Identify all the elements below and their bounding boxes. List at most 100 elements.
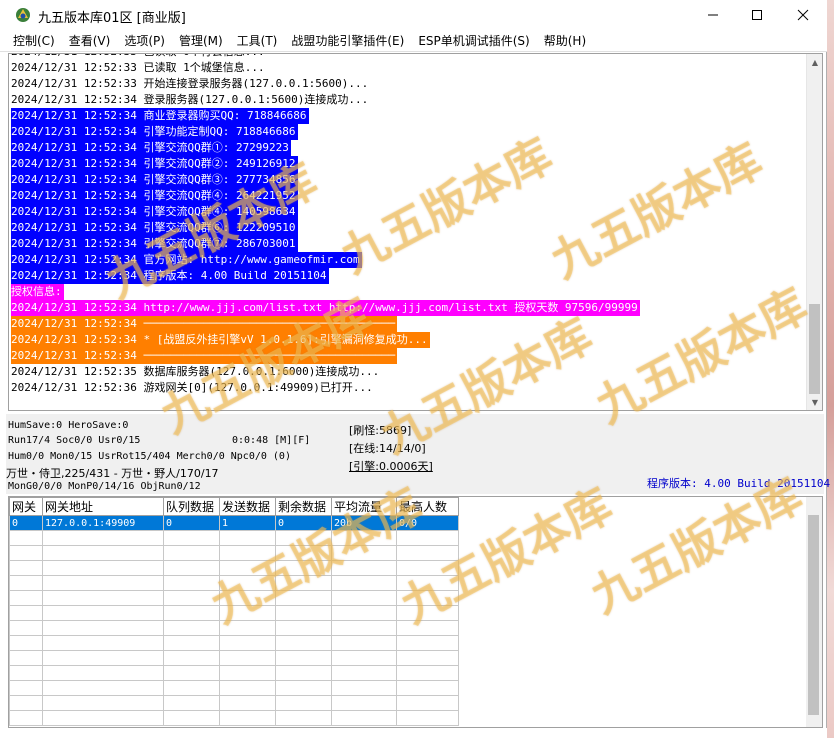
status-monster: 万世・侍卫,225/431 - 万世・野人/170/17	[6, 467, 219, 480]
col-max-users[interactable]: 最高人数	[396, 497, 459, 516]
log-line: 2024/12/31 12:52:34 引擎交流QQ群⑥: 122209510	[11, 220, 809, 236]
table-row-empty[interactable]	[9, 590, 459, 606]
col-send-data[interactable]: 发送数据	[219, 497, 276, 516]
table-cell	[9, 620, 43, 636]
table-cell	[396, 665, 459, 681]
table-cell	[396, 530, 459, 546]
col-remaining-data[interactable]: 剩余数据	[275, 497, 332, 516]
log-line-text: 2024/12/31 12:52:34 引擎交流QQ群③: 277734856	[11, 172, 298, 188]
table-cell	[9, 635, 43, 651]
table-cell: 1	[219, 515, 276, 531]
status-panel: HumSave:0 HeroSave:0 Run17/4 Soc0/0 Usr0…	[6, 414, 830, 494]
table-cell	[42, 635, 164, 651]
scroll-down-icon[interactable]: ▼	[807, 394, 822, 410]
table-cell	[331, 650, 397, 666]
table-cell	[42, 650, 164, 666]
grid-scroll-thumb[interactable]	[808, 515, 819, 715]
col-queue-data[interactable]: 队列数据	[163, 497, 220, 516]
title-bar[interactable]: 九五版本库01区 [商业版]	[0, 0, 827, 30]
table-cell	[275, 590, 332, 606]
table-cell	[275, 695, 332, 711]
table-cell	[163, 620, 220, 636]
table-row-empty[interactable]	[9, 635, 459, 651]
log-scrollbar[interactable]: ▲ ▼	[806, 54, 822, 410]
table-row[interactable]: 0 127.0.0.1:49909 0 1 0 20b 0/0	[9, 515, 459, 531]
status-mon: MonG0/0/0 MonP0/14/16 ObjRun0/12	[8, 481, 201, 492]
menu-view[interactable]: 查看(V)	[62, 32, 118, 49]
log-line-text: 2024/12/31 12:52:34 官方网站: http://www.gam…	[11, 252, 362, 268]
menu-control[interactable]: 控制(C)	[6, 32, 62, 49]
col-gateway[interactable]: 网关	[9, 497, 43, 516]
table-cell	[163, 635, 220, 651]
table-row-empty[interactable]	[9, 695, 459, 711]
table-row-empty[interactable]	[9, 665, 459, 681]
table-cell: 0	[163, 515, 220, 531]
table-cell	[331, 665, 397, 681]
log-line: 2024/12/31 12:52:34 登录服务器(127.0.0.1:5600…	[11, 92, 809, 108]
table-cell	[42, 620, 164, 636]
table-row-empty[interactable]	[9, 560, 459, 576]
table-cell	[9, 665, 43, 681]
close-button[interactable]	[780, 0, 826, 30]
status-run: Run17/4 Soc0/0 Usr0/15	[8, 435, 141, 446]
log-line-text: 2024/12/31 12:52:33 已读取 1个城堡信息...	[11, 61, 265, 74]
table-row-empty[interactable]	[9, 545, 459, 561]
menu-tools[interactable]: 工具(T)	[230, 32, 285, 49]
log-line-text: 2024/12/31 12:52:34 引擎交流QQ群①: 27299223	[11, 140, 291, 156]
log-scroll-thumb[interactable]	[809, 304, 820, 394]
table-row-empty[interactable]	[9, 680, 459, 696]
table-cell	[42, 545, 164, 561]
table-cell	[42, 575, 164, 591]
table-row-empty[interactable]	[9, 575, 459, 591]
table-row-empty[interactable]	[9, 620, 459, 636]
minimize-icon	[708, 14, 718, 16]
table-cell	[42, 560, 164, 576]
log-line-text: 2024/12/31 12:52:34 * [战盟反外挂引擎vV 1.0.1.6…	[11, 332, 430, 348]
table-row-empty[interactable]	[9, 605, 459, 621]
table-cell	[396, 545, 459, 561]
table-cell	[396, 620, 459, 636]
table-cell	[9, 545, 43, 561]
menu-manage[interactable]: 管理(M)	[172, 32, 230, 49]
table-cell	[9, 680, 43, 696]
log-line-text: 2024/12/31 12:52:34 引擎交流QQ群④: 140598634	[11, 204, 298, 220]
window-title: 九五版本库01区 [商业版]	[38, 11, 186, 26]
table-row-empty[interactable]	[9, 650, 459, 666]
log-line: 2024/12/31 12:52:34 引擎交流QQ群⑦: 286703001	[11, 236, 809, 252]
table-row-empty[interactable]	[9, 710, 459, 726]
table-cell	[163, 710, 220, 726]
gateway-table-body: 0 127.0.0.1:49909 0 1 0 20b 0/0	[9, 515, 459, 726]
table-cell	[9, 590, 43, 606]
menu-esp-plugin[interactable]: ESP单机调试插件(S)	[411, 32, 536, 49]
table-row-empty[interactable]	[9, 530, 459, 546]
table-cell	[9, 560, 43, 576]
menu-options[interactable]: 选项(P)	[117, 32, 172, 49]
scroll-up-icon[interactable]: ▲	[807, 54, 822, 70]
table-cell	[42, 695, 164, 711]
table-cell	[331, 530, 397, 546]
log-line: 2024/12/31 12:52:34 程序版本: 4.00 Build 201…	[11, 268, 809, 284]
log-line-text: 2024/12/31 12:52:34 程序版本: 4.00 Build 201…	[11, 268, 329, 284]
gateway-grid[interactable]: 网关 网关地址 队列数据 发送数据 剩余数据 平均流量 最高人数 0 127.0…	[8, 496, 823, 728]
status-engine: [引擎:0.0006天]	[349, 460, 433, 473]
app-icon	[16, 8, 30, 22]
grid-scrollbar[interactable]	[806, 497, 822, 727]
log-line: 2024/12/31 12:52:34 引擎交流QQ群④: 264221952	[11, 188, 809, 204]
table-cell	[275, 545, 332, 561]
menu-bar: 控制(C) 查看(V) 选项(P) 管理(M) 工具(T) 战盟功能引擎插件(E…	[0, 30, 827, 52]
log-panel[interactable]: 2024/12/31 12:52:33 已读取 0个行会信息...2024/12…	[8, 53, 823, 411]
maximize-button[interactable]	[734, 0, 780, 30]
log-line: 2024/12/31 12:52:35 数据库服务器(127.0.0.1:600…	[11, 364, 809, 380]
log-line: 2024/12/31 12:52:34 引擎交流QQ群②: 249126912	[11, 156, 809, 172]
table-cell	[396, 560, 459, 576]
minimize-button[interactable]	[690, 0, 736, 30]
table-cell	[42, 605, 164, 621]
menu-help[interactable]: 帮助(H)	[537, 32, 593, 49]
menu-engine-plugin[interactable]: 战盟功能引擎插件(E)	[284, 32, 411, 49]
table-cell	[163, 575, 220, 591]
col-avg-traffic[interactable]: 平均流量	[331, 497, 397, 516]
table-cell	[331, 710, 397, 726]
col-gateway-address[interactable]: 网关地址	[42, 497, 164, 516]
table-cell	[42, 665, 164, 681]
log-line: 2024/12/31 12:52:36 游戏网关[0](127.0.0.1:49…	[11, 380, 809, 396]
